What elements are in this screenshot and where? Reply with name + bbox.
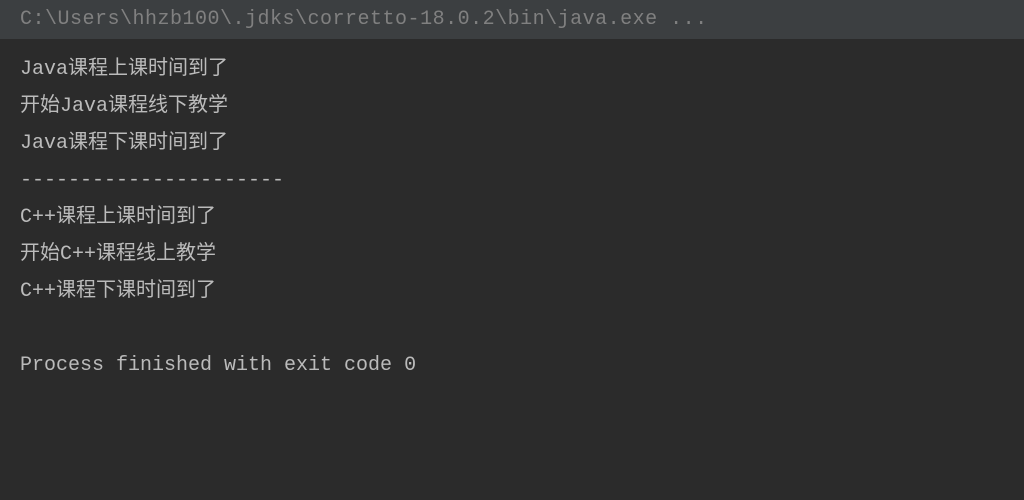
command-invocation-line: C:\Users\hhzb100\.jdks\corretto-18.0.2\b… bbox=[0, 0, 1024, 39]
output-line: C++课程上课时间到了 bbox=[20, 199, 1004, 236]
blank-line bbox=[20, 310, 1004, 347]
output-line: Java课程上课时间到了 bbox=[20, 51, 1004, 88]
output-line: 开始C++课程线上教学 bbox=[20, 236, 1004, 273]
output-line: Java课程下课时间到了 bbox=[20, 125, 1004, 162]
output-line: C++课程下课时间到了 bbox=[20, 273, 1004, 310]
output-line: 开始Java课程线下教学 bbox=[20, 88, 1004, 125]
output-line: ---------------------- bbox=[20, 162, 1004, 199]
program-output-area: Java课程上课时间到了 开始Java课程线下教学 Java课程下课时间到了 -… bbox=[0, 39, 1024, 396]
exit-code-line: Process finished with exit code 0 bbox=[20, 347, 1004, 384]
console-output-panel: C:\Users\hhzb100\.jdks\corretto-18.0.2\b… bbox=[0, 0, 1024, 500]
